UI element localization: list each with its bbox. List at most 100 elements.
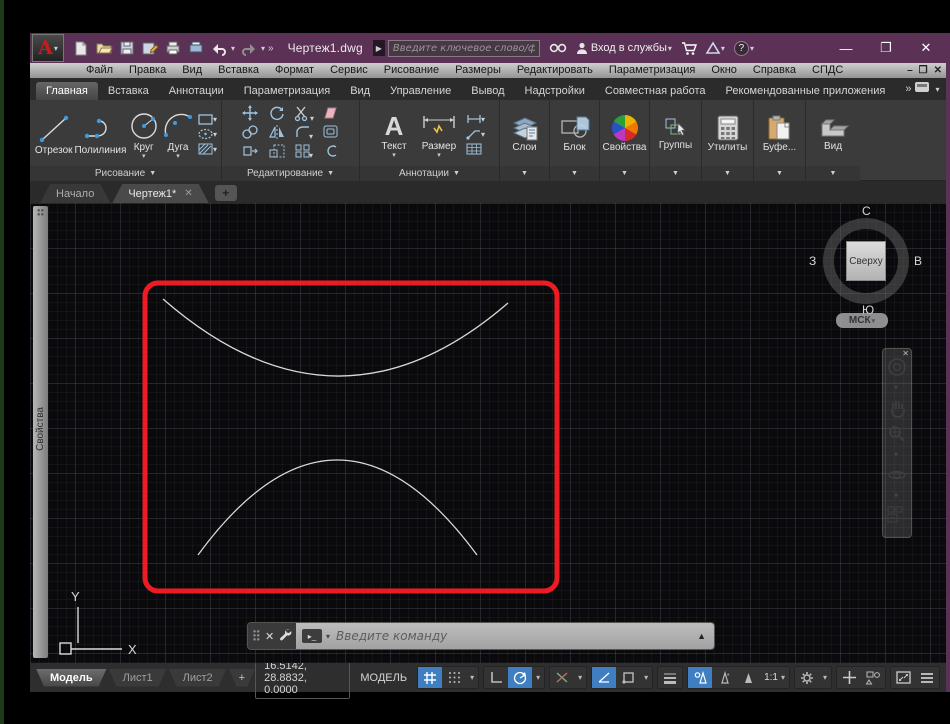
save-button[interactable] <box>118 39 136 57</box>
clean-screen-button[interactable] <box>891 667 915 688</box>
dimension-button[interactable]: Размер ▾ <box>416 110 462 158</box>
drawing-canvas[interactable]: Y X ●●●● Свойства С Ю З В Сверху МСК▾ ✕ … <box>30 203 946 663</box>
ortho-toggle[interactable] <box>484 667 508 688</box>
ellipse-button[interactable]: ▾ <box>198 128 217 140</box>
leader-button[interactable]: ▾ <box>466 128 485 140</box>
search-input[interactable] <box>388 40 540 57</box>
trim-button[interactable]: ▾ <box>294 105 314 126</box>
viewcube-north[interactable]: С <box>862 204 871 218</box>
menu-help[interactable]: Справка <box>745 63 804 78</box>
palette-grip[interactable]: ●●●● <box>37 209 44 217</box>
ribbon-tab-collaborate[interactable]: Совместная работа <box>595 82 716 100</box>
wcs-button[interactable]: МСК▾ <box>836 313 888 328</box>
ribbon-tab-view[interactable]: Вид <box>340 82 380 100</box>
panel-properties-footer[interactable]: ▼ <box>600 166 649 181</box>
search-button[interactable] <box>549 42 567 54</box>
arc-top[interactable] <box>163 299 508 376</box>
polar-dropdown[interactable]: ▾ <box>532 667 544 688</box>
viewcube-east[interactable]: В <box>914 254 922 268</box>
panel-modify-footer[interactable]: Редактирование▼ <box>222 166 359 181</box>
sign-in-menu[interactable]: Вход в службы▾ <box>576 42 672 54</box>
status-menu-button[interactable] <box>915 667 939 688</box>
ribbon-tab-parametric[interactable]: Параметризация <box>234 82 340 100</box>
command-grip[interactable]: ●●●●●● <box>253 630 260 642</box>
arc-button[interactable]: Дуга ▾ <box>162 109 194 159</box>
polyline-button[interactable]: Полилиния <box>75 112 125 156</box>
viewcube-west[interactable]: З <box>809 254 816 268</box>
annotation-autoscale-toggle[interactable] <box>712 667 736 688</box>
ribbon-expand-icon[interactable]: » <box>905 83 909 95</box>
plot-button[interactable] <box>164 39 182 57</box>
osnap-toggle[interactable] <box>616 667 640 688</box>
redo-button[interactable] <box>240 39 258 57</box>
fillet-button[interactable]: ▾ <box>295 125 313 144</box>
ribbon-tab-manage[interactable]: Управление <box>380 82 461 100</box>
command-close-icon[interactable]: ✕ <box>265 630 274 643</box>
ribbon-tab-insert[interactable]: Вставка <box>98 82 159 100</box>
store-cart-button[interactable] <box>681 42 697 55</box>
panel-groups-footer[interactable]: ▼ <box>650 166 701 181</box>
offset-button[interactable] <box>323 125 339 144</box>
viewcube[interactable]: С Ю З В Сверху <box>810 205 922 317</box>
command-line[interactable]: ●●●●●● ✕ ▸_ ▾ ▲ <box>248 623 714 649</box>
text-button[interactable]: A Текст ▾ <box>374 110 414 158</box>
ribbon-tab-addins[interactable]: Надстройки <box>515 82 595 100</box>
osnap-dropdown[interactable]: ▾ <box>640 667 652 688</box>
erase-button[interactable] <box>323 106 339 125</box>
panel-view-footer[interactable]: ▼ <box>806 166 860 181</box>
clipboard-button[interactable]: Буфе... <box>754 100 805 166</box>
search-history-icon[interactable]: ▶ <box>373 40 385 56</box>
orbit-button[interactable] <box>887 465 907 485</box>
isodraft-dropdown[interactable]: ▾ <box>574 667 586 688</box>
menu-edit[interactable]: Правка <box>121 63 174 78</box>
array-button[interactable]: ▾ <box>295 144 313 163</box>
close-tab-icon[interactable]: ✕ <box>184 188 192 199</box>
undo-dropdown[interactable]: ▾ <box>231 44 235 53</box>
new-tab-button[interactable]: + <box>215 185 237 201</box>
properties-palette-bar[interactable]: ●●●● Свойства <box>33 206 48 658</box>
layout-tab-model[interactable]: Модель <box>36 669 107 687</box>
layers-button[interactable]: Слои <box>500 100 549 166</box>
chevron-down-icon[interactable]: ▾ <box>326 632 330 641</box>
properties-button[interactable]: Свойства <box>600 100 649 166</box>
menu-draw[interactable]: Рисование <box>376 63 447 78</box>
mirror-button[interactable] <box>269 125 285 144</box>
customization-gear-button[interactable] <box>795 667 819 688</box>
application-menu-button[interactable]: A▾ <box>32 34 64 62</box>
menu-view[interactable]: Вид <box>174 63 210 78</box>
command-expand-icon[interactable]: ▲ <box>697 631 706 641</box>
panel-annotation-footer[interactable]: Аннотации▼ <box>360 166 499 181</box>
navbar-close-icon[interactable]: ✕ <box>902 349 909 358</box>
block-button[interactable]: Блок <box>550 100 599 166</box>
maximize-button[interactable]: ❐ <box>866 35 906 61</box>
menu-insert[interactable]: Вставка <box>210 63 267 78</box>
menu-dimension[interactable]: Размеры <box>447 63 509 78</box>
print-preview-button[interactable] <box>187 39 205 57</box>
close-button[interactable]: ✕ <box>906 35 946 61</box>
command-input-area[interactable]: ▸_ ▾ ▲ <box>296 623 714 649</box>
scale-button[interactable] <box>269 144 285 163</box>
viewcube-top-face[interactable]: Сверху <box>846 241 886 281</box>
new-layout-button[interactable]: + <box>229 669 255 687</box>
utilities-button[interactable]: Утилиты <box>702 100 753 166</box>
gear-dropdown[interactable]: ▾ <box>819 667 831 688</box>
dim-style-button[interactable]: ▾ <box>466 113 485 125</box>
crosshair-button[interactable] <box>837 667 861 688</box>
panel-block-footer[interactable]: ▼ <box>550 166 599 181</box>
chevron-down-icon[interactable]: ▾ <box>894 450 898 459</box>
undo-button[interactable] <box>210 39 228 57</box>
file-tab-drawing1[interactable]: Чертеж1* ✕ <box>112 184 208 203</box>
isodraft-toggle[interactable] <box>550 667 574 688</box>
menu-modify[interactable]: Редактировать <box>509 63 601 78</box>
snap-toggle[interactable] <box>442 667 466 688</box>
save-as-button[interactable] <box>141 39 159 57</box>
doc-close-button[interactable]: ✕ <box>934 65 942 76</box>
panel-layers-footer[interactable]: ▼ <box>500 166 549 181</box>
menu-spds[interactable]: СПДС <box>804 63 851 78</box>
hatch-button[interactable]: ▾ <box>198 143 217 155</box>
command-input[interactable] <box>336 629 691 643</box>
grid-toggle[interactable] <box>418 667 442 688</box>
copy-button[interactable] <box>242 125 258 144</box>
isolate-objects-button[interactable] <box>861 667 885 688</box>
panel-utilities-footer[interactable]: ▼ <box>702 166 753 181</box>
